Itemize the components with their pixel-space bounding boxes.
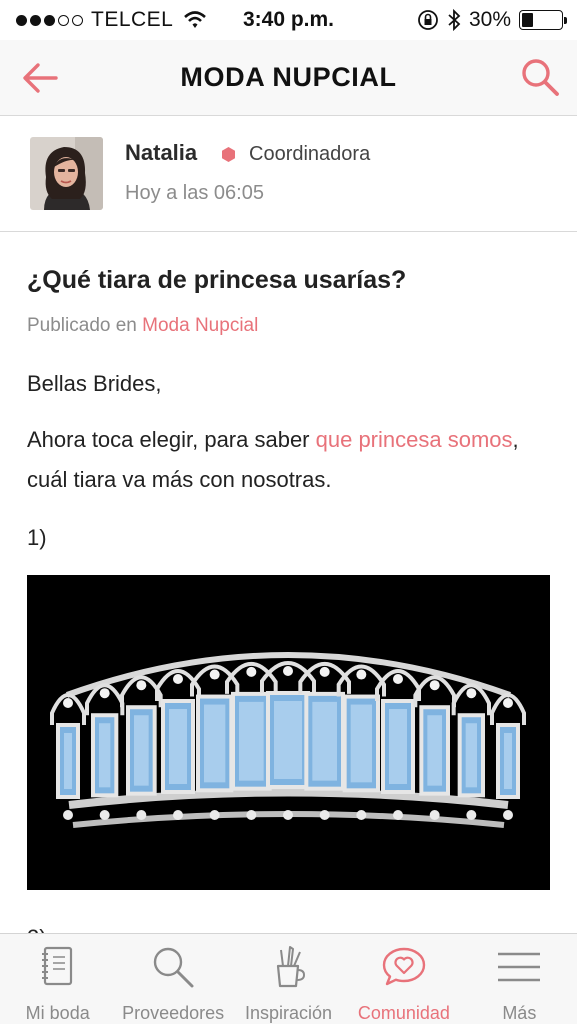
- page-title: MODA NUPCIAL: [180, 62, 397, 92]
- tab-mas[interactable]: Más: [462, 934, 577, 1024]
- bluetooth-icon: [448, 8, 461, 32]
- item-number-1: 1): [27, 525, 47, 550]
- author-header: Natalia Coordinadora Hoy a las 06:05: [0, 116, 577, 232]
- tab-mi-boda[interactable]: Mi boda: [0, 934, 115, 1024]
- hexagon-badge-icon: [222, 147, 235, 162]
- tab-label: Comunidad: [357, 1003, 450, 1023]
- battery-percent: 30%: [468, 8, 511, 31]
- status-bar: TELCEL 3:40 p.m. 30%: [0, 0, 577, 40]
- search-icon[interactable]: [517, 54, 563, 100]
- wifi-icon: [184, 11, 207, 28]
- tab-comunidad[interactable]: Comunidad: [346, 934, 461, 1024]
- search-icon: [153, 947, 194, 988]
- category-link[interactable]: Moda Nupcial: [142, 315, 258, 336]
- arrow-left-icon[interactable]: [18, 56, 62, 100]
- status-time: 3:40 p.m.: [242, 8, 335, 31]
- tiara-image[interactable]: [27, 575, 550, 890]
- post-body: Ahora toca elegir, para saber que prince…: [27, 420, 552, 500]
- tab-proveedores[interactable]: Proveedores: [115, 934, 230, 1024]
- tab-inspiracion[interactable]: Inspiración: [231, 934, 346, 1024]
- published-in: Publicado en Moda Nupcial: [27, 315, 258, 337]
- avatar[interactable]: [30, 137, 103, 210]
- body-text: Ahora toca elegir, para saber: [27, 427, 316, 452]
- tab-label: Proveedores: [122, 1003, 225, 1023]
- tab-label: Inspiración: [244, 1003, 333, 1023]
- navigation-bar: MODA NUPCIAL: [0, 40, 577, 116]
- author-role: Coordinadora: [249, 143, 371, 165]
- princess-link[interactable]: que princesa somos: [316, 427, 513, 452]
- post-title: ¿Qué tiara de princesa usarías?: [27, 266, 407, 294]
- published-prefix: Publicado en: [27, 315, 143, 336]
- post-timestamp: Hoy a las 06:05: [125, 182, 264, 204]
- signal-strength-icon: [16, 14, 83, 26]
- tab-bar: Mi boda Proveedores Inspiración Comunida…: [0, 933, 577, 1024]
- post-greeting: Bellas Brides,: [27, 371, 162, 396]
- pencil-cup-icon: [276, 946, 305, 988]
- heart-bubble-icon: [382, 947, 426, 986]
- carrier-name: TELCEL: [91, 8, 174, 31]
- menu-icon: [498, 952, 541, 982]
- orientation-lock-icon: [418, 10, 438, 30]
- battery-icon: [519, 10, 567, 30]
- author-name[interactable]: Natalia: [125, 140, 197, 166]
- tab-label: Mi boda: [25, 1003, 90, 1023]
- notebook-icon: [41, 946, 72, 986]
- tab-label: Más: [502, 1003, 537, 1023]
